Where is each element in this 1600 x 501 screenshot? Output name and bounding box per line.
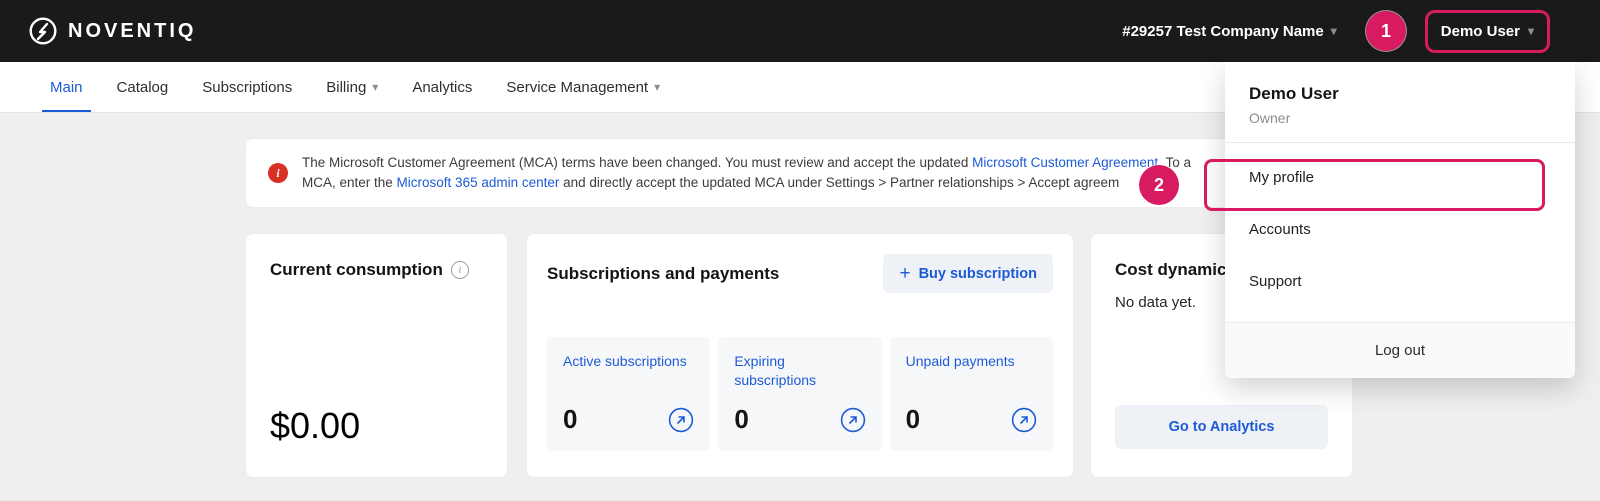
subscriptions-card-title: Subscriptions and payments (547, 264, 779, 284)
tab-service-management-label: Service Management (506, 79, 648, 96)
subscriptions-card-header: Subscriptions and payments + Buy subscri… (547, 254, 1053, 293)
noventiq-logo: NOVENTIQ (28, 16, 196, 46)
current-consumption-card: Current consumption i $0.00 (245, 233, 508, 478)
arrow-up-right-icon[interactable] (840, 407, 866, 433)
alert-line-1: The Microsoft Customer Agreement (MCA) t… (302, 153, 1191, 173)
tab-analytics-label: Analytics (412, 79, 472, 96)
expiring-subscriptions-bottom: 0 (734, 404, 865, 435)
company-selector-label: #29257 Test Company Name (1122, 23, 1323, 40)
dropdown-header: Demo User Owner (1225, 62, 1575, 142)
m365-admin-center-link[interactable]: Microsoft 365 admin center (397, 175, 560, 190)
chevron-down-icon: ▾ (654, 81, 660, 93)
tab-billing[interactable]: Billing ▾ (326, 62, 378, 112)
active-subscriptions-bottom: 0 (563, 404, 694, 435)
consumption-value: $0.00 (270, 405, 483, 447)
alert-line2-tail: and directly accept the updated MCA unde… (559, 175, 1119, 190)
dropdown-menu-list: My profile Accounts Support (1225, 143, 1575, 307)
annotation-step-2: 2 (1139, 165, 1179, 205)
plus-icon: + (899, 264, 910, 283)
arrow-up-right-icon[interactable] (668, 407, 694, 433)
expiring-subscriptions-label: Expiring subscriptions (734, 352, 865, 390)
alert-text: The Microsoft Customer Agreement (MCA) t… (302, 153, 1191, 193)
active-subscriptions-tile[interactable]: Active subscriptions 0 (547, 337, 710, 451)
unpaid-payments-tile[interactable]: Unpaid payments 0 (890, 337, 1053, 451)
unpaid-payments-label: Unpaid payments (906, 352, 1037, 390)
alert-line-2: MCA, enter the Microsoft 365 admin cente… (302, 173, 1191, 193)
app-screen: NOVENTIQ #29257 Test Company Name ▾ Demo… (0, 0, 1600, 501)
chevron-down-icon: ▾ (372, 81, 378, 93)
top-header: NOVENTIQ #29257 Test Company Name ▾ Demo… (0, 0, 1600, 62)
annotation-step-1: 1 (1366, 11, 1406, 51)
logo-text: NOVENTIQ (68, 20, 196, 43)
tab-catalog[interactable]: Catalog (117, 62, 169, 112)
tab-main-label: Main (50, 79, 83, 96)
chevron-down-icon: ▾ (1331, 25, 1337, 37)
menu-item-my-profile[interactable]: My profile (1225, 151, 1575, 203)
tab-subscriptions-label: Subscriptions (202, 79, 292, 96)
topbar-right: #29257 Test Company Name ▾ Demo User ▾ (1122, 10, 1550, 53)
tab-catalog-label: Catalog (117, 79, 169, 96)
logout-button[interactable]: Log out (1225, 322, 1575, 378)
tab-billing-label: Billing (326, 79, 366, 96)
active-subscriptions-value: 0 (563, 404, 577, 435)
tab-analytics[interactable]: Analytics (412, 62, 472, 112)
mca-agreement-link[interactable]: Microsoft Customer Agreement (972, 155, 1158, 170)
user-dropdown-panel: Demo User Owner My profile Accounts Supp… (1225, 62, 1575, 378)
user-menu-button[interactable]: Demo User ▾ (1425, 10, 1550, 53)
buy-subscription-label: Buy subscription (919, 266, 1037, 282)
alert-line2-text: MCA, enter the (302, 175, 397, 190)
subscription-tiles: Active subscriptions 0 Expiring subscrip… (547, 337, 1053, 451)
expiring-subscriptions-tile[interactable]: Expiring subscriptions 0 (718, 337, 881, 451)
noventiq-logo-icon (28, 16, 58, 46)
company-selector[interactable]: #29257 Test Company Name ▾ (1122, 23, 1337, 40)
unpaid-payments-bottom: 0 (906, 404, 1037, 435)
tab-service-management[interactable]: Service Management ▾ (506, 62, 660, 112)
active-subscriptions-label: Active subscriptions (563, 352, 694, 390)
dropdown-user-name: Demo User (1249, 84, 1551, 104)
alert-line1-text: The Microsoft Customer Agreement (MCA) t… (302, 155, 972, 170)
user-menu-label: Demo User (1441, 23, 1520, 40)
menu-item-accounts[interactable]: Accounts (1225, 203, 1575, 255)
tab-subscriptions[interactable]: Subscriptions (202, 62, 292, 112)
buy-subscription-button[interactable]: + Buy subscription (883, 254, 1053, 293)
consumption-card-title: Current consumption (270, 260, 443, 280)
subscriptions-payments-card: Subscriptions and payments + Buy subscri… (526, 233, 1074, 478)
info-icon[interactable]: i (451, 261, 469, 279)
expiring-subscriptions-value: 0 (734, 404, 748, 435)
menu-item-support[interactable]: Support (1225, 255, 1575, 307)
consumption-title-row: Current consumption i (270, 260, 483, 280)
dropdown-user-role: Owner (1249, 110, 1551, 126)
tab-main[interactable]: Main (50, 62, 83, 112)
unpaid-payments-value: 0 (906, 404, 920, 435)
go-to-analytics-button[interactable]: Go to Analytics (1115, 405, 1328, 449)
arrow-up-right-icon[interactable] (1011, 407, 1037, 433)
chevron-down-icon: ▾ (1528, 25, 1534, 37)
alert-info-icon: i (268, 163, 288, 183)
